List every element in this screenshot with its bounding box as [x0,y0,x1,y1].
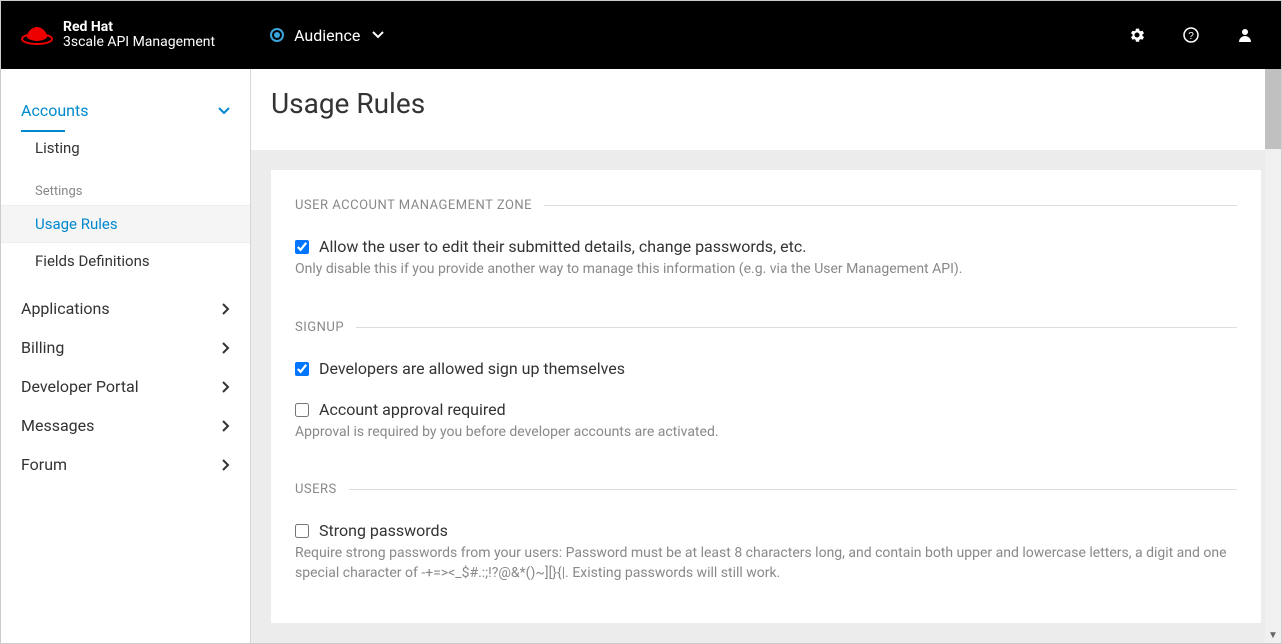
chevron-right-icon [222,381,230,393]
sidebar-item-listing[interactable]: Listing [35,130,230,166]
settings-card: USER ACCOUNT MANAGEMENT ZONE Allow the u… [271,170,1261,623]
checkbox-label: Strong passwords [319,521,448,540]
chevron-right-icon [222,342,230,354]
gear-icon[interactable] [1129,27,1145,43]
user-icon[interactable] [1237,27,1253,43]
checkbox-label: Account approval required [319,400,506,419]
sidebar-item-label: Listing [35,139,80,157]
checkbox-label: Allow the user to edit their submitted d… [319,237,806,256]
brand-logo: Red Hat 3scale API Management [21,20,215,51]
sidebar-section-settings: Settings [35,166,230,205]
sidebar: Accounts Listing Settings Usage Rules Fi… [1,69,251,643]
section-title: USERS [295,482,337,497]
sidebar-item-label: Accounts [21,101,88,120]
help-icon[interactable]: ? [1183,27,1199,43]
help-text: Approval is required by you before devel… [295,423,1237,443]
checkbox-label: Developers are allowed sign up themselve… [319,359,625,378]
page-title: Usage Rules [271,87,1261,120]
checkbox-dev-signup[interactable] [295,362,309,376]
sidebar-item-label: Fields Definitions [35,252,150,270]
checkbox-allow-user-edit[interactable] [295,240,309,254]
redhat-hat-icon [21,23,53,47]
brand-line2: 3scale API Management [63,35,215,50]
brand-line1: Red Hat [63,20,215,35]
section-uamz: USER ACCOUNT MANAGEMENT ZONE Allow the u… [295,198,1237,280]
context-selector[interactable]: Audience [270,26,384,45]
sidebar-item-fields-definitions[interactable]: Fields Definitions [35,243,230,279]
chevron-right-icon [222,459,230,471]
app-header: Red Hat 3scale API Management Audience ? [1,1,1281,69]
sidebar-item-applications[interactable]: Applications [21,289,230,328]
section-signup: SIGNUP Developers are allowed sign up th… [295,320,1237,443]
main-content: Usage Rules USER ACCOUNT MANAGEMENT ZONE [251,69,1281,643]
sidebar-item-developer-portal[interactable]: Developer Portal [21,367,230,406]
sidebar-item-billing[interactable]: Billing [21,328,230,367]
scroll-arrow-down-icon[interactable]: ▼ [1265,627,1281,643]
checkbox-strong-passwords[interactable] [295,524,309,538]
sidebar-item-label: Usage Rules [35,215,118,233]
section-users: USERS Strong passwords Require strong pa… [295,482,1237,583]
sidebar-item-messages[interactable]: Messages [21,406,230,445]
sidebar-item-label: Billing [21,338,64,357]
header-toolbar: ? [1129,27,1261,43]
sidebar-item-accounts[interactable]: Accounts [21,91,230,130]
sidebar-item-usage-rules[interactable]: Usage Rules [1,205,250,243]
chevron-down-icon [372,29,384,41]
scrollbar[interactable]: ▼ [1265,69,1281,643]
sidebar-item-label: Developer Portal [21,377,139,396]
sidebar-item-forum[interactable]: Forum [21,445,230,484]
divider [544,205,1237,206]
context-label: Audience [294,26,360,45]
scroll-thumb[interactable] [1265,69,1281,149]
sidebar-item-label: Forum [21,455,67,474]
help-text: Only disable this if you provide another… [295,260,1237,280]
sidebar-item-label: Messages [21,416,94,435]
chevron-right-icon [222,303,230,315]
radio-icon [270,28,284,42]
checkbox-account-approval[interactable] [295,403,309,417]
section-title: SIGNUP [295,320,344,335]
sidebar-item-label: Applications [21,299,110,318]
svg-text:?: ? [1188,31,1194,42]
chevron-down-icon [218,107,230,115]
chevron-right-icon [222,420,230,432]
help-text: Require strong passwords from your users… [295,544,1237,583]
section-title: USER ACCOUNT MANAGEMENT ZONE [295,198,532,213]
divider [356,327,1237,328]
divider [349,489,1237,490]
